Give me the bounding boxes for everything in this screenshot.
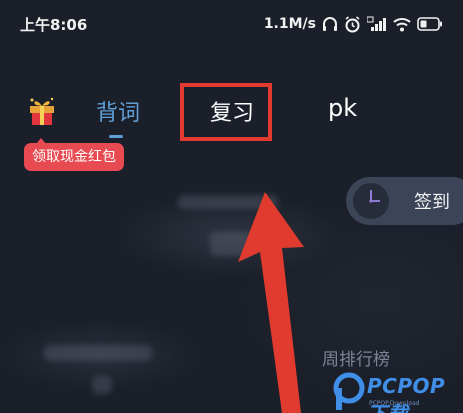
watermark-sub: PCPOP.Download (369, 400, 420, 407)
watermark-icon (333, 372, 365, 410)
watermark-logo: PCPOP下载 PCPOP.Download (333, 372, 463, 413)
annotation-arrow (238, 192, 304, 413)
watermark-brand: PCPOP下载 (367, 374, 446, 413)
